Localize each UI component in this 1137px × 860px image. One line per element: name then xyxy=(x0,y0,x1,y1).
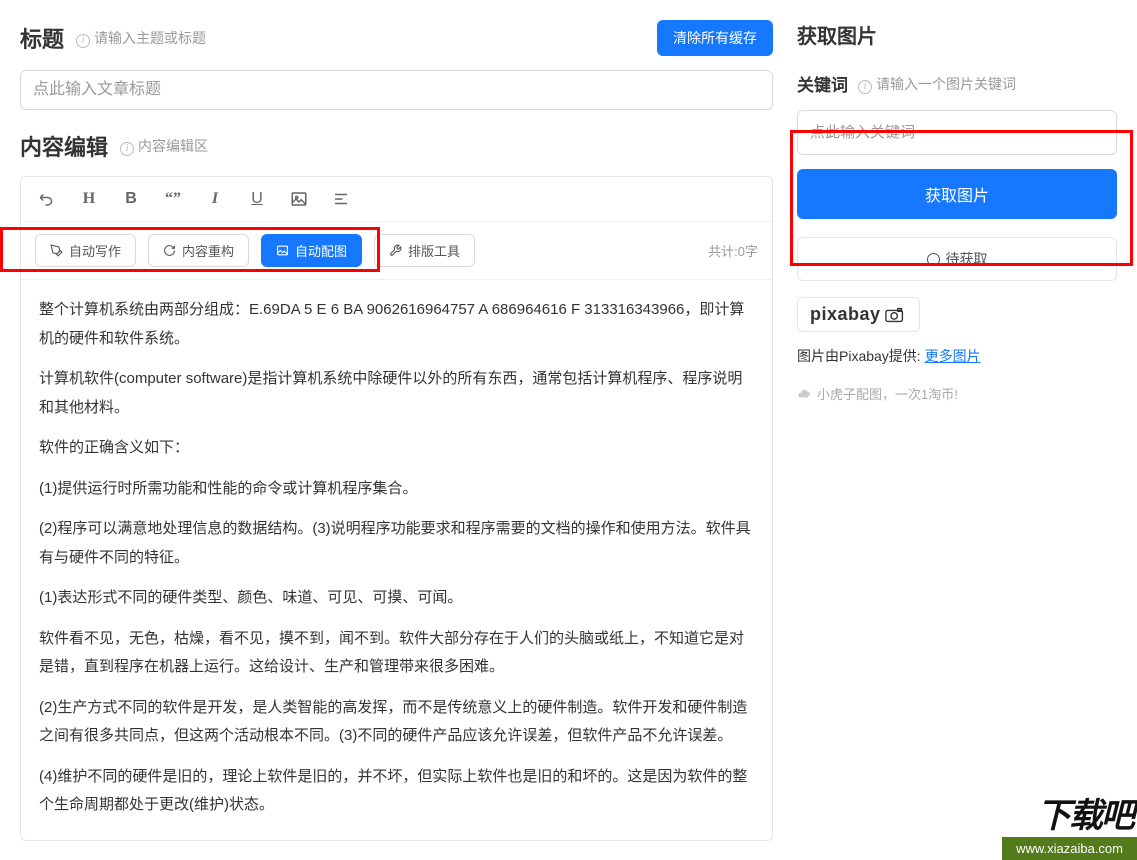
quote-icon[interactable]: “” xyxy=(161,187,185,211)
editor-card: H B “” I U 自动写作 内容重构 自动配图 xyxy=(20,176,773,841)
title-hint: i请输入主题或标题 xyxy=(76,28,206,48)
italic-icon[interactable]: I xyxy=(203,187,227,211)
main-panel: 标题 i请输入主题或标题 清除所有缓存 内容编辑 i内容编辑区 H B “” I… xyxy=(0,0,797,860)
title-heading: 标题 xyxy=(20,22,64,54)
keyword-input[interactable] xyxy=(797,110,1117,155)
paragraph: (2)生产方式不同的软件是开发，是人类智能的高发挥，而不是传统意义上的硬件制造。… xyxy=(39,694,754,751)
bold-icon[interactable]: B xyxy=(119,187,143,211)
editor-body[interactable]: 整个计算机系统由两部分组成：E.69DA 5 E 6 BA 9062616964… xyxy=(21,280,772,840)
paragraph: 软件看不见，无色，枯燥，看不见，摸不到，闻不到。软件大部分存在于人们的头脑或纸上… xyxy=(39,625,754,682)
editor-hint: i内容编辑区 xyxy=(120,136,208,156)
more-images-link[interactable]: 更多图片 xyxy=(925,348,981,364)
paragraph: (2)程序可以满意地处理信息的数据结构。(3)说明程序功能要求和程序需要的文档的… xyxy=(39,515,754,572)
keyword-header: 关键词 i请输入一个图片关键词 xyxy=(797,71,1117,96)
watermark-url: www.xiazaiba.com xyxy=(1002,837,1137,860)
auto-write-button[interactable]: 自动写作 xyxy=(35,234,136,267)
auto-image-button[interactable]: 自动配图 xyxy=(261,234,362,267)
editor-toolbar: H B “” I U xyxy=(21,177,772,222)
pixabay-badge: pixabay xyxy=(797,297,920,332)
layout-tool-button[interactable]: 排版工具 xyxy=(374,234,475,267)
article-title-input[interactable] xyxy=(20,70,773,110)
heading-icon[interactable]: H xyxy=(77,187,101,211)
align-icon[interactable] xyxy=(329,187,353,211)
paragraph: 软件的正确含义如下： xyxy=(39,434,754,463)
attribution: 图片由Pixabay提供: 更多图片 xyxy=(797,346,1117,366)
editor-actions: 自动写作 内容重构 自动配图 排版工具 共计:0字 xyxy=(21,222,772,280)
paragraph: 整个计算机系统由两部分组成：E.69DA 5 E 6 BA 9062616964… xyxy=(39,296,754,353)
circle-icon xyxy=(927,253,940,266)
paragraph: 计算机软件(computer software)是指计算机系统中除硬件以外的所有… xyxy=(39,365,754,422)
paragraph: (1)提供运行时所需功能和性能的命令或计算机程序集合。 xyxy=(39,475,754,504)
keyword-hint: i请输入一个图片关键词 xyxy=(858,74,1016,94)
cloud-icon xyxy=(797,387,811,401)
info-icon: i xyxy=(76,34,90,48)
word-count: 共计:0字 xyxy=(708,241,758,260)
watermark-logo: 下载吧 xyxy=(1037,788,1137,837)
editor-heading: 内容编辑 xyxy=(20,130,108,162)
tip-line: 小虎子配图，一次1淘币! xyxy=(797,384,1117,403)
camera-icon xyxy=(885,307,907,323)
pending-status: 待获取 xyxy=(797,237,1117,281)
editor-header: 内容编辑 i内容编辑区 xyxy=(20,130,773,162)
fetch-images-button[interactable]: 获取图片 xyxy=(797,169,1117,219)
restructure-button[interactable]: 内容重构 xyxy=(148,234,249,267)
watermark: 下载吧 www.xiazaiba.com xyxy=(1002,788,1137,860)
underline-icon[interactable]: U xyxy=(245,187,269,211)
right-heading: 获取图片 xyxy=(797,20,1117,49)
clear-cache-button[interactable]: 清除所有缓存 xyxy=(657,20,773,56)
keyword-label: 关键词 xyxy=(797,71,848,96)
title-header: 标题 i请输入主题或标题 清除所有缓存 xyxy=(20,20,773,56)
right-panel: 获取图片 关键词 i请输入一个图片关键词 获取图片 待获取 pixabay 图片… xyxy=(797,0,1137,860)
undo-icon[interactable] xyxy=(35,187,59,211)
info-icon: i xyxy=(120,142,134,156)
info-icon: i xyxy=(858,80,872,94)
image-icon[interactable] xyxy=(287,187,311,211)
paragraph: (1)表达形式不同的硬件类型、颜色、味道、可见、可摸、可闻。 xyxy=(39,584,754,613)
paragraph: (4)维护不同的硬件是旧的，理论上软件是旧的，并不坏，但实际上软件也是旧的和坏的… xyxy=(39,763,754,820)
